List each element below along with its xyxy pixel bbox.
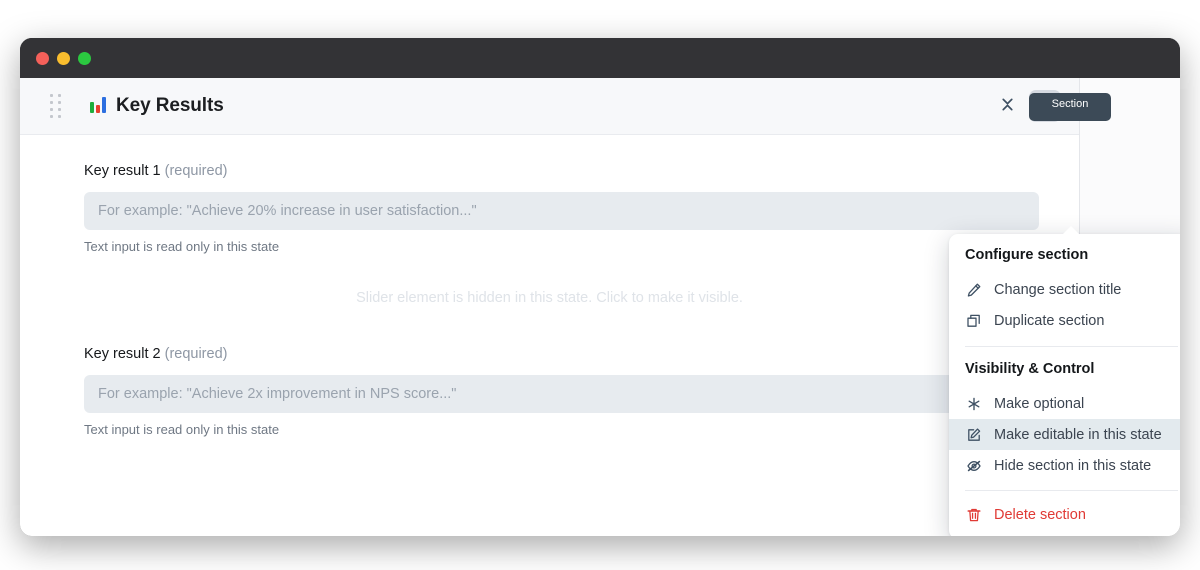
menu-group-title-visibility: Visibility & Control [965, 361, 1095, 377]
menu-item-label: Hide section in this state [994, 457, 1152, 474]
section-card: Key Results Key result 1 (required) For … [20, 78, 1080, 536]
key-result-1-field: Key result 1 (required) Text input is re… [84, 163, 1039, 254]
menu-divider-2 [965, 490, 1178, 491]
menu-item-change-section-title[interactable]: Change section title [949, 274, 1180, 305]
asterisk-icon [965, 395, 982, 412]
menu-item-label: Make optional [994, 395, 1085, 412]
eye-slash-icon [965, 457, 982, 474]
field-label-text: Key result 1 [84, 163, 161, 179]
menu-item-delete-section[interactable]: Delete section [949, 499, 1180, 530]
pencil-icon [965, 281, 982, 298]
menu-group-title-configure: Configure section [965, 247, 1089, 263]
menu-item-make-optional[interactable]: Make optional [949, 388, 1180, 419]
hidden-slider-note[interactable]: Slider element is hidden in this state. … [84, 290, 1039, 306]
trash-icon [965, 506, 982, 523]
bar-chart-emoji-icon [90, 97, 110, 115]
section-tooltip: Section [1029, 93, 1111, 121]
key-result-1-input[interactable] [84, 192, 1039, 230]
app-window: Section Key Results Key result 1 (requir… [20, 38, 1180, 536]
key-result-2-label: Key result 2 (required) [84, 346, 1039, 362]
edit-square-icon [965, 426, 982, 443]
menu-item-hide-section-in-this-state[interactable]: Hide section in this state [949, 450, 1180, 481]
menu-item-label: Change section title [994, 281, 1122, 298]
collapse-section-button[interactable] [991, 90, 1023, 122]
page-title: Key Results [116, 95, 224, 116]
field-required-note: (required) [164, 163, 228, 179]
menu-divider-1 [965, 346, 1178, 347]
collapse-chevrons-icon [999, 96, 1016, 116]
close-window-button[interactable] [36, 52, 49, 65]
menu-item-label: Duplicate section [994, 312, 1105, 329]
key-result-2-help: Text input is read only in this state [84, 422, 280, 437]
page-viewport: Key Results Key result 1 (required) For … [20, 78, 1180, 536]
duplicate-icon [965, 312, 982, 329]
key-result-1-help: Text input is read only in this state [84, 239, 280, 254]
field-label-text: Key result 2 [84, 346, 161, 362]
traffic-lights [36, 52, 91, 65]
drag-handle-icon[interactable] [50, 94, 61, 118]
menu-item-label: Delete section [994, 506, 1086, 523]
minimize-window-button[interactable] [57, 52, 70, 65]
menu-item-label: Make editable in this state [994, 426, 1162, 443]
screenshot-root: Section Key Results Key result 1 (requir… [0, 0, 1200, 570]
key-result-1-label: Key result 1 (required) [84, 163, 1039, 179]
section-context-menu: Configure section Change section title D… [949, 226, 1180, 536]
section-card-header: Key Results [20, 78, 1079, 135]
key-result-2-input[interactable] [84, 375, 1039, 413]
section-card-body: Key result 1 (required) Text input is re… [20, 135, 1079, 437]
maximize-window-button[interactable] [78, 52, 91, 65]
window-titlebar[interactable] [20, 38, 1180, 78]
key-result-2-field: Key result 2 (required) Text input is re… [84, 346, 1039, 437]
menu-item-duplicate-section[interactable]: Duplicate section [949, 305, 1180, 336]
field-required-note: (required) [164, 346, 228, 362]
menu-item-make-editable-in-this-state[interactable]: Make editable in this state [949, 419, 1180, 450]
